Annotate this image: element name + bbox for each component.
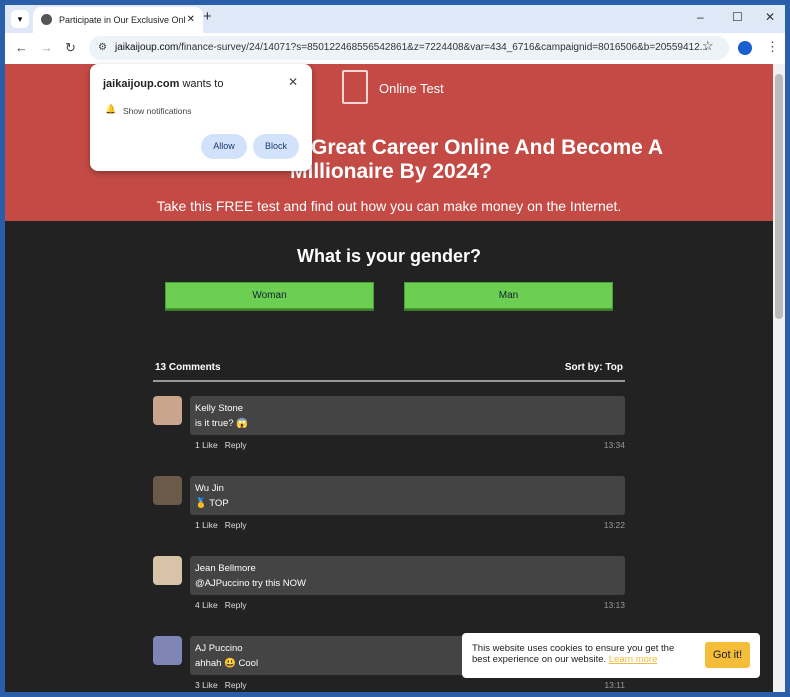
subtitle: Take this FREE test and find out how you… <box>156 198 622 214</box>
comment: Kelly Stone is it true? 😱 1 Like Reply 13… <box>153 396 625 456</box>
bell-icon: 🔔 <box>105 104 117 114</box>
reload-icon[interactable]: ↻ <box>65 40 76 56</box>
reply-link[interactable]: Reply <box>225 440 247 450</box>
url-domain: jaikaijoup.com <box>115 42 179 53</box>
reply-link[interactable]: Reply <box>225 520 247 530</box>
avatar <box>153 636 182 665</box>
back-icon[interactable]: ← <box>15 40 28 55</box>
minimize-button[interactable]: – <box>697 10 704 24</box>
forward-icon[interactable]: → <box>40 40 53 55</box>
answer-man-button[interactable]: Man <box>404 282 613 309</box>
got-it-button[interactable]: Got it! <box>705 642 750 668</box>
close-window-button[interactable]: ✕ <box>765 10 775 24</box>
comment-time: 13:34 <box>603 440 625 450</box>
comment-count: 13 Comments <box>155 362 221 373</box>
answer-woman-button[interactable]: Woman <box>165 282 374 309</box>
address-bar[interactable]: ⚙ jaikaijoup.com/finance-survey/24/14071… <box>89 36 729 60</box>
menu-icon[interactable]: ⋮ <box>766 39 779 55</box>
globe-icon <box>41 14 52 25</box>
scrollbar-thumb[interactable] <box>775 74 783 319</box>
block-button[interactable]: Block <box>253 134 299 159</box>
comment-author: Wu Jin <box>195 483 224 494</box>
comment-text: @AJPuccino try this NOW <box>195 578 306 589</box>
browser-window: ▾ Participate in Our Exclusive Onl ✕ + –… <box>5 5 785 692</box>
close-popup-icon[interactable]: ✕ <box>288 75 298 89</box>
like-link[interactable]: 1 Like <box>195 520 218 530</box>
scrollbar[interactable] <box>773 64 785 692</box>
question-title: What is your gender? <box>296 246 482 266</box>
reply-link[interactable]: Reply <box>225 600 247 610</box>
test-sheet-icon <box>342 70 368 104</box>
comment-text: 🥇 TOP <box>195 498 229 509</box>
bookmark-star-icon[interactable]: ☆ <box>702 38 714 54</box>
reply-link[interactable]: Reply <box>225 680 247 690</box>
url-path: /finance-survey/24/14071?s=8501224685565… <box>178 42 708 53</box>
new-tab-button[interactable]: + <box>203 8 212 25</box>
tab-bar: ▾ Participate in Our Exclusive Onl ✕ + –… <box>5 5 785 33</box>
notification-permission-popup: jaikaijoup.com wants to ✕ 🔔 Show notific… <box>90 64 312 171</box>
maximize-button[interactable]: ☐ <box>732 10 743 24</box>
sort-selector[interactable]: Sort by: Top <box>565 362 623 373</box>
comment: Wu Jin 🥇 TOP 1 Like Reply 13:22 <box>153 476 625 536</box>
close-tab-icon[interactable]: ✕ <box>187 7 195 33</box>
learn-more-link[interactable]: Learn more <box>609 654 658 665</box>
headline-line-1: Great Career Online And Become A <box>311 136 664 159</box>
comment-time: 13:13 <box>603 600 625 610</box>
permission-text: Show notifications <box>123 106 192 116</box>
comment-time: 13:11 <box>604 680 625 690</box>
popup-site: jaikaijoup.com <box>103 78 180 90</box>
avatar <box>153 556 182 585</box>
like-link[interactable]: 4 Like <box>195 600 218 610</box>
toolbar: ← → ↻ ⚙ jaikaijoup.com/finance-survey/24… <box>5 33 785 64</box>
avatar <box>153 396 182 425</box>
tab-active[interactable]: Participate in Our Exclusive Onl ✕ <box>33 7 203 33</box>
site-info-icon[interactable]: ⚙ <box>98 36 107 60</box>
cookie-banner: This website uses cookies to ensure you … <box>462 633 760 678</box>
tab-title: Participate in Our Exclusive Onl <box>59 15 186 25</box>
popup-wants: wants to <box>179 78 224 90</box>
comment-author: Kelly Stone <box>195 403 244 414</box>
comment-time: 13:22 <box>603 520 625 530</box>
like-link[interactable]: 1 Like <box>195 440 218 450</box>
avatar <box>153 476 182 505</box>
tab-search-button[interactable]: ▾ <box>11 10 29 28</box>
logo-text: Online Test <box>379 81 444 96</box>
comments-header: 13 Comments Sort by: Top <box>153 358 625 382</box>
headline-line-2: Millionaire By 2024? <box>290 160 492 183</box>
allow-button[interactable]: Allow <box>201 134 247 159</box>
comment-author: Jean Bellmore <box>195 563 256 574</box>
comment: Jean Bellmore @AJPuccino try this NOW 4 L… <box>153 556 625 616</box>
comment-text: is it true? 😱 <box>195 418 249 429</box>
profile-icon[interactable] <box>738 41 752 55</box>
like-link[interactable]: 3 Like <box>195 680 218 690</box>
